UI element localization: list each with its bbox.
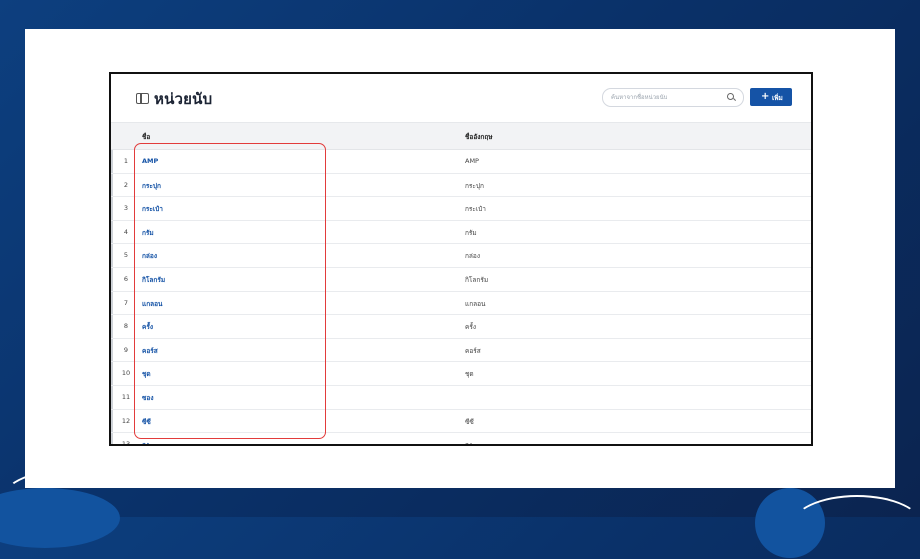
row-number: 9 [123, 345, 129, 354]
row-number: 3 [123, 204, 129, 213]
table-row[interactable]: 3 กระเป๋า กระเป๋า [111, 197, 811, 221]
add-button[interactable]: + เพิ่ม [750, 88, 792, 106]
unit-english-name: แกลอน [465, 299, 486, 308]
table-row[interactable]: 2 กระปุก กระปุก [111, 173, 811, 198]
row-number: 7 [123, 298, 129, 307]
unit-name-link[interactable]: คอร์ส [142, 346, 158, 356]
table-row[interactable]: 11 ซอง [111, 385, 811, 410]
table-header: ชื่อ ชื่ออังกฤษ [111, 122, 811, 150]
table-row[interactable]: 4 กรัม กรัม [111, 220, 811, 245]
row-indicator [111, 291, 113, 315]
unit-name-link[interactable]: AMP [142, 157, 158, 165]
unit-english-name: ครั้ง [465, 323, 477, 332]
unit-english-name: กระปุก [465, 181, 484, 190]
unit-english-name: กล่อง [465, 252, 480, 261]
unit-name-link[interactable]: ซอง [142, 393, 154, 403]
row-number: 4 [123, 227, 129, 236]
unit-english-name: กิโลกรัม [465, 275, 489, 284]
table-row[interactable]: 5 กล่อง กล่อง [111, 244, 811, 268]
unit-name-link[interactable]: ซีซี [142, 417, 151, 427]
unit-english-name: กระเป๋า [465, 205, 486, 214]
table-row[interactable]: 6 กิโลกรัม กิโลกรัม [111, 267, 811, 292]
plus-icon: + [761, 91, 770, 102]
unit-name-link[interactable]: แกลอน [142, 299, 162, 309]
row-indicator [111, 244, 113, 267]
table-row[interactable]: 8 ครั้ง ครั้ง [111, 315, 811, 339]
screenshot-frame: หน่วยนับ + เพิ่ม ชื่อ ชื่ออังกฤษ 1 AMP AMP… [109, 72, 813, 446]
row-indicator [111, 338, 113, 362]
row-indicator [111, 362, 113, 385]
decorative-wave-line [790, 495, 920, 559]
row-indicator [111, 433, 113, 444]
page-header: หน่วยนับ + เพิ่ม [111, 74, 811, 122]
add-button-label: เพิ่ม [772, 94, 783, 102]
unit-name-link[interactable]: ครั้ง [142, 322, 153, 332]
table-row[interactable]: 7 แกลอน แกลอน [111, 291, 811, 316]
table-row[interactable]: 12 ซีซี ซีซี [111, 409, 811, 434]
row-number: 11 [121, 392, 131, 401]
table-row[interactable]: 9 คอร์ส คอร์ส [111, 338, 811, 363]
unit-english-name: คอร์ส [465, 346, 481, 355]
table-layout-icon [136, 93, 149, 104]
row-number: 1 [123, 157, 129, 165]
unit-name-link[interactable]: กรัม [142, 228, 154, 238]
column-header-english-name[interactable]: ชื่ออังกฤษ [465, 132, 493, 142]
unit-name-link[interactable]: กล่อง [142, 251, 157, 261]
row-indicator [111, 385, 113, 409]
row-indicator [111, 197, 113, 220]
unit-name-link[interactable]: ถุง [142, 440, 149, 444]
table-row[interactable]: 10 ชุด ชุด [111, 362, 811, 386]
search-icon[interactable] [727, 93, 734, 100]
search-box[interactable] [602, 88, 744, 107]
table-row[interactable]: 1 AMP AMP [111, 150, 811, 174]
row-indicator [111, 220, 113, 244]
column-header-name[interactable]: ชื่อ [142, 132, 150, 142]
row-indicator [111, 173, 113, 197]
row-number: 10 [121, 369, 131, 378]
page-title: หน่วยนับ [154, 90, 213, 108]
units-table: ชื่อ ชื่ออังกฤษ 1 AMP AMP 2 กระปุก กระปุก 3 กระ… [111, 122, 811, 446]
row-indicator [111, 267, 113, 291]
row-indicator [111, 315, 113, 338]
unit-english-name: ชุด [465, 370, 474, 379]
unit-english-name: AMP [465, 157, 479, 165]
unit-english-name: ซีซี [465, 417, 474, 426]
row-indicator [111, 150, 113, 173]
unit-name-link[interactable]: ชุด [142, 369, 151, 379]
row-number: 13 [121, 440, 131, 446]
unit-english-name: กรัม [465, 228, 477, 237]
row-number: 8 [123, 322, 129, 331]
row-number: 6 [123, 274, 129, 283]
unit-name-link[interactable]: กิโลกรัม [142, 275, 165, 285]
unit-name-link[interactable]: กระปุก [142, 181, 161, 191]
row-indicator [111, 409, 113, 433]
search-input[interactable] [611, 91, 721, 103]
row-number: 5 [123, 251, 129, 260]
unit-name-link[interactable]: กระเป๋า [142, 204, 163, 214]
row-number: 12 [121, 416, 131, 425]
row-number: 2 [123, 180, 129, 189]
table-body: 1 AMP AMP 2 กระปุก กระปุก 3 กระเป๋า กระเป๋า 4 กรัม… [111, 150, 811, 446]
table-row[interactable]: 13 ถุง ถุง [111, 433, 811, 446]
unit-english-name: ถุง [465, 441, 473, 446]
